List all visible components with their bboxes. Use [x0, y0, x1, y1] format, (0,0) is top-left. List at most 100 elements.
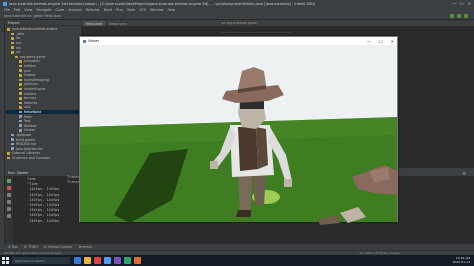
build-icon[interactable]: [450, 14, 454, 18]
menu-item-view[interactable]: View: [24, 8, 32, 12]
menu-item-vcs[interactable]: VCS: [139, 8, 146, 12]
stop-icon[interactable]: [7, 186, 11, 190]
taskbar-app-icon[interactable]: [74, 257, 81, 264]
system-tray-clock[interactable]: 10:46 AM 2020-01-14: [453, 256, 470, 264]
viewer-minimize-icon[interactable]: —: [367, 39, 371, 44]
taskbar-search[interactable]: Type here to search: [12, 257, 70, 264]
second-arm: [318, 215, 340, 225]
ide-window-title: java-tutorials-helmet-engine-3d-tutorial…: [9, 1, 316, 6]
intellij-logo-icon: [3, 1, 7, 6]
folder-icon: [19, 69, 22, 72]
bottom-tab[interactable]: 4: Run: [8, 245, 18, 249]
file-icon: [11, 142, 14, 146]
editor-tab[interactable]: Hello.java: [83, 21, 105, 26]
console-output[interactable]: Time "Time 144fps, 144fps 144fps, 144fps…: [27, 177, 59, 224]
project-tree-label: src: [16, 50, 21, 55]
folder-icon: [11, 32, 14, 36]
file-icon: [11, 138, 14, 141]
folder-icon: [19, 101, 22, 105]
menu-item-help[interactable]: Help: [167, 8, 175, 12]
second-character-svg: [318, 165, 398, 225]
print-icon[interactable]: [7, 207, 11, 211]
taskbar-app-icon[interactable]: [84, 257, 91, 264]
clock-date: 2020-01-14: [452, 260, 470, 264]
folder-icon: [19, 60, 22, 63]
project-tree-label: External Libraries: [12, 151, 41, 156]
menu-item-build[interactable]: Build: [104, 8, 113, 12]
project-tree-label: res: [16, 45, 21, 50]
menu-item-edit[interactable]: Edit: [14, 8, 21, 12]
pause-icon[interactable]: [7, 193, 11, 197]
editor-breadcrumb[interactable]: src org.example.game: [221, 21, 257, 25]
viewer-maximize-icon[interactable]: ☐: [379, 39, 383, 44]
project-panel: Project java-tutorials-helmet-engine .ide…: [5, 20, 81, 168]
menu-item-window[interactable]: Window: [150, 8, 163, 12]
project-tree-label: .gitignore: [16, 132, 32, 137]
taskbar-app-icon[interactable]: [104, 257, 111, 264]
project-tree-item[interactable]: Scratches and Consoles: [5, 156, 81, 161]
project-tree-label: terrains: [24, 96, 37, 101]
folder-icon: [19, 96, 22, 100]
rerun-icon[interactable]: [7, 179, 11, 183]
viewer-close-icon[interactable]: ✕: [391, 39, 394, 44]
project-tree-label: HelloWorld: [24, 109, 42, 114]
run-icon[interactable]: [457, 14, 461, 18]
delete-icon[interactable]: [7, 214, 11, 218]
project-tree-label: particles: [24, 82, 38, 87]
right-hand: [284, 179, 292, 187]
folder-icon: [11, 46, 14, 49]
viewer-title-bar[interactable]: Viewer — ☐ ✕: [80, 37, 397, 45]
folder-icon: [19, 87, 22, 91]
project-tree-label: models: [24, 73, 36, 78]
menu-item-refactor[interactable]: Refactor: [86, 8, 100, 12]
left-hand: [210, 161, 218, 169]
bottom-tab[interactable]: 9: Version Control: [44, 245, 72, 249]
run-panel-title: Run: Viewer: [8, 171, 29, 175]
file-icon: [19, 119, 22, 123]
folder-icon: [15, 55, 18, 59]
toolbar-path[interactable]: java-tutorials src game Hello.java: [4, 14, 61, 18]
project-tree-label: normalMapping: [24, 77, 49, 82]
project-tree-label: textures: [24, 100, 38, 105]
project-tree-label: Viewer: [24, 128, 35, 133]
project-tree-label: Scratches and Consoles: [12, 155, 51, 160]
menu-item-navigate[interactable]: Navigate: [36, 8, 51, 12]
vest-right: [256, 127, 268, 169]
viewer-title: Viewer: [88, 39, 99, 43]
project-tree-label: lib: [16, 36, 20, 41]
maximize-icon[interactable]: ☐: [460, 1, 464, 6]
menu-item-tools[interactable]: Tools: [127, 8, 135, 12]
editor-tab[interactable]: Viewer.java: [105, 21, 130, 26]
taskbar-app-icon[interactable]: [94, 257, 101, 264]
project-tree-label: utils: [24, 105, 31, 110]
ide-toolbar: java-tutorials src game Hello.java: [0, 13, 474, 20]
project-tree-label: java-tutorials-helmet-engine: [12, 27, 58, 32]
menu-item-file[interactable]: File: [4, 8, 10, 12]
app-icon: [83, 39, 86, 43]
bottom-tab[interactable]: Terminal: [78, 245, 91, 249]
vest: [238, 127, 258, 171]
project-tree-label: out: [16, 41, 22, 46]
windows-start-icon[interactable]: [2, 257, 9, 264]
project-tree-label: guis: [24, 68, 31, 73]
project-tree-label: Main: [24, 114, 32, 119]
left-leg: [238, 173, 252, 213]
project-tree-label: entities: [24, 64, 36, 69]
taskbar-app-icon[interactable]: [124, 257, 131, 264]
menu-item-run[interactable]: Run: [116, 8, 123, 12]
taskbar-app-icon[interactable]: [134, 257, 141, 264]
folder-icon: [19, 73, 22, 77]
project-tree-label: Window: [24, 123, 37, 128]
bottom-tab[interactable]: 6: TODO: [24, 245, 38, 249]
second-hand: [340, 207, 366, 223]
minimize-icon[interactable]: —: [452, 1, 456, 6]
gear-icon[interactable]: ⚙: [462, 171, 466, 176]
menu-item-analyze[interactable]: Analyze: [68, 8, 81, 12]
file-icon: [19, 110, 22, 114]
taskbar-app-icon[interactable]: [114, 257, 121, 264]
menu-item-code[interactable]: Code: [56, 8, 65, 12]
close-icon[interactable]: ✕: [468, 1, 471, 6]
debug-icon[interactable]: [464, 14, 468, 18]
scroll-end-icon[interactable]: [7, 200, 11, 204]
folder-icon: [19, 78, 22, 82]
